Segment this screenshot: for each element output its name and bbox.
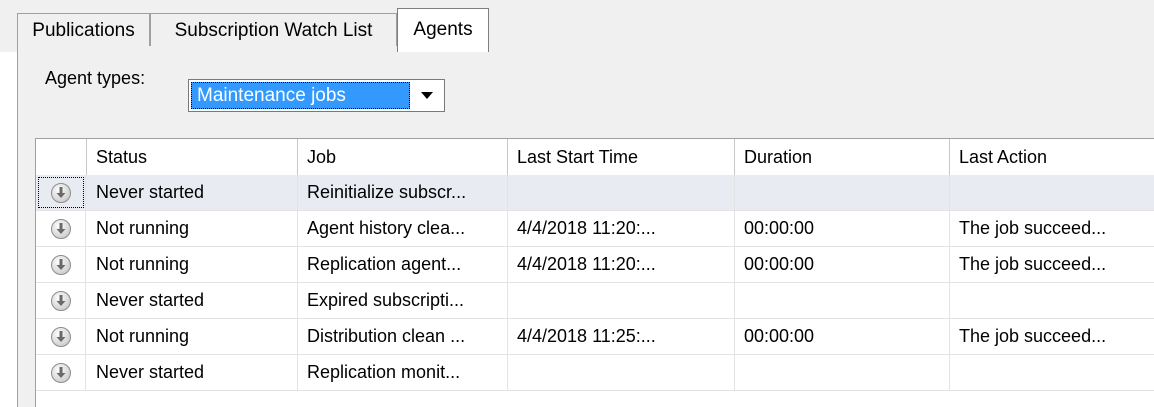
cell-last-start-time xyxy=(508,175,735,210)
agent-types-label: Agent types: xyxy=(45,68,146,88)
cell-last-start-time xyxy=(508,355,735,390)
row-icon-cell[interactable] xyxy=(36,283,86,318)
cell-last-action xyxy=(950,355,1154,390)
row-icon-cell[interactable] xyxy=(36,175,86,210)
cell-duration: 00:00:00 xyxy=(735,211,950,246)
table-row[interactable]: Never started Expired subscripti... xyxy=(36,283,1154,319)
table-row[interactable]: Never started Replication monit... xyxy=(36,355,1154,391)
chevron-down-icon xyxy=(421,91,433,99)
column-header-job[interactable]: Job xyxy=(298,139,508,175)
cell-job: Reinitialize subscr... xyxy=(298,175,508,210)
tab-strip: Publications Subscription Watch List Age… xyxy=(0,0,1154,52)
grid-header: Status Job Last Start Time Duration Last… xyxy=(36,139,1154,176)
agents-grid: Status Job Last Start Time Duration Last… xyxy=(35,138,1154,407)
cell-status: Not running xyxy=(87,319,298,354)
cell-last-start-time xyxy=(508,283,735,318)
table-row[interactable]: Never started Reinitialize subscr... xyxy=(36,175,1154,211)
cell-status: Not running xyxy=(87,247,298,282)
cell-last-action: The job succeed... xyxy=(959,326,1107,346)
cell-last-start-time: 4/4/2018 11:25:... xyxy=(508,319,735,354)
job-status-icon xyxy=(50,254,71,275)
job-status-icon xyxy=(50,362,71,383)
table-row[interactable]: Not running Agent history clea... 4/4/2018… xyxy=(36,211,1154,247)
cell-last-start-time: 4/4/2018 11:20:... xyxy=(508,247,735,282)
tab-agents[interactable]: Agents xyxy=(397,8,489,52)
agent-types-value: Maintenance jobs xyxy=(191,82,410,109)
dropdown-arrow-button[interactable] xyxy=(412,82,442,109)
cell-status: Never started xyxy=(87,175,298,210)
cell-job: Distribution clean ... xyxy=(298,319,508,354)
cell-last-action xyxy=(950,283,1154,318)
tab-subscription-watch-list[interactable]: Subscription Watch List xyxy=(150,13,397,47)
column-header-last-action[interactable]: Last Action xyxy=(950,139,1154,175)
column-header-duration[interactable]: Duration xyxy=(735,139,950,175)
table-row[interactable]: Not running Replication agent... 4/4/2018 … xyxy=(36,247,1154,283)
cell-job: Replication monit... xyxy=(298,355,508,390)
cell-last-action xyxy=(950,175,1154,210)
row-icon-cell[interactable] xyxy=(36,247,86,282)
cell-job: Expired subscripti... xyxy=(298,283,508,318)
column-header-icon[interactable] xyxy=(36,139,87,175)
row-icon-cell[interactable] xyxy=(36,319,86,354)
job-status-icon xyxy=(50,218,71,239)
cell-last-start-time: 4/4/2018 11:20:... xyxy=(508,211,735,246)
cell-status: Never started xyxy=(87,355,298,390)
cell-duration xyxy=(735,283,950,318)
column-header-last-start-time[interactable]: Last Start Time xyxy=(508,139,735,175)
cell-last-action: The job succeed... xyxy=(959,254,1107,274)
cell-duration: 00:00:00 xyxy=(735,247,950,282)
job-status-icon xyxy=(50,326,71,347)
column-header-status[interactable]: Status xyxy=(87,139,298,175)
table-row[interactable]: Not running Distribution clean ... 4/4/201… xyxy=(36,319,1154,355)
cell-last-action: The job succeed... xyxy=(959,218,1107,238)
cell-status: Never started xyxy=(87,283,298,318)
cell-job: Replication agent... xyxy=(298,247,508,282)
row-icon-cell[interactable] xyxy=(36,355,86,390)
cell-duration xyxy=(735,175,950,210)
cell-duration: 00:00:00 xyxy=(735,319,950,354)
tab-publications[interactable]: Publications xyxy=(17,13,150,47)
agent-types-select[interactable]: Maintenance jobs xyxy=(188,79,445,112)
cell-job: Agent history clea... xyxy=(298,211,508,246)
cell-status: Not running xyxy=(87,211,298,246)
job-status-icon xyxy=(50,182,71,203)
cell-duration xyxy=(735,355,950,390)
job-status-icon xyxy=(50,290,71,311)
row-icon-cell[interactable] xyxy=(36,211,86,246)
